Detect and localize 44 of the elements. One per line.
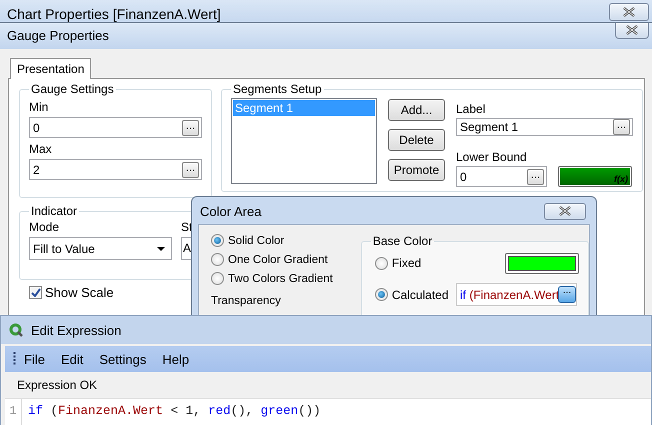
input-field[interactable]: 0 ... xyxy=(29,117,202,138)
browse-button[interactable]: ... xyxy=(613,119,630,135)
window-title: Color Area xyxy=(200,204,262,218)
browse-button[interactable]: ... xyxy=(182,162,199,178)
menu-item[interactable]: Edit xyxy=(52,352,92,366)
input-field[interactable]: Segment 1 ... xyxy=(456,118,633,136)
radio-label: Calculated xyxy=(392,288,449,302)
status-text: Expression OK xyxy=(16,377,98,394)
field-label: Mode xyxy=(29,220,60,234)
browse-button[interactable]: ... xyxy=(527,168,544,184)
radio-label: Fixed xyxy=(392,256,422,270)
menu-item[interactable]: Help xyxy=(154,352,198,366)
menu-item[interactable]: File xyxy=(16,352,53,366)
input-field[interactable]: if (FinanzenA.Wert ... xyxy=(456,283,577,306)
group-title: Indicator xyxy=(30,204,78,218)
radio-label: Solid Color xyxy=(228,234,284,246)
tab[interactable]: Presentation xyxy=(10,58,92,79)
field-label: Min xyxy=(29,100,50,114)
line-number: 1 xyxy=(5,399,22,425)
radio-label: One Color Gradient xyxy=(228,254,328,266)
field-label: Label xyxy=(456,102,486,116)
field-label: Transparency xyxy=(211,295,282,307)
window-title: Gauge Properties xyxy=(7,27,109,43)
field-label: Lower Bound xyxy=(456,150,528,164)
window-title: Chart Properties [FinanzenA.Wert] xyxy=(7,5,221,22)
field-label: Max xyxy=(29,142,53,156)
dropdown[interactable]: Fill to Value xyxy=(29,237,172,260)
group-title: Gauge Settings xyxy=(30,82,115,96)
push-button[interactable]: Delete xyxy=(388,129,445,151)
color-button[interactable]: f(x) xyxy=(558,166,632,187)
radio-label: Two Colors Gradient xyxy=(228,272,333,284)
window-title: Edit Expression xyxy=(31,322,122,338)
code-editor[interactable]: 1 if (FinanzenA.Wert < 1, red(), green()) xyxy=(5,398,651,425)
push-button[interactable]: Promote xyxy=(388,159,445,181)
input-field[interactable]: 2 ... xyxy=(29,159,202,180)
input-field[interactable]: 0 ... xyxy=(456,166,547,187)
code-line: if (FinanzenA.Wert < 1, red(), green()) xyxy=(28,403,321,420)
group-title: Base Color xyxy=(372,234,434,248)
browse-button[interactable]: ... xyxy=(558,286,576,303)
group-title: Segments Setup xyxy=(232,82,323,96)
checkbox-label: Show Scale xyxy=(45,285,114,300)
browse-button[interactable]: ... xyxy=(182,120,199,136)
push-button[interactable]: Add... xyxy=(388,99,445,121)
menu-item[interactable]: Settings xyxy=(91,352,154,366)
